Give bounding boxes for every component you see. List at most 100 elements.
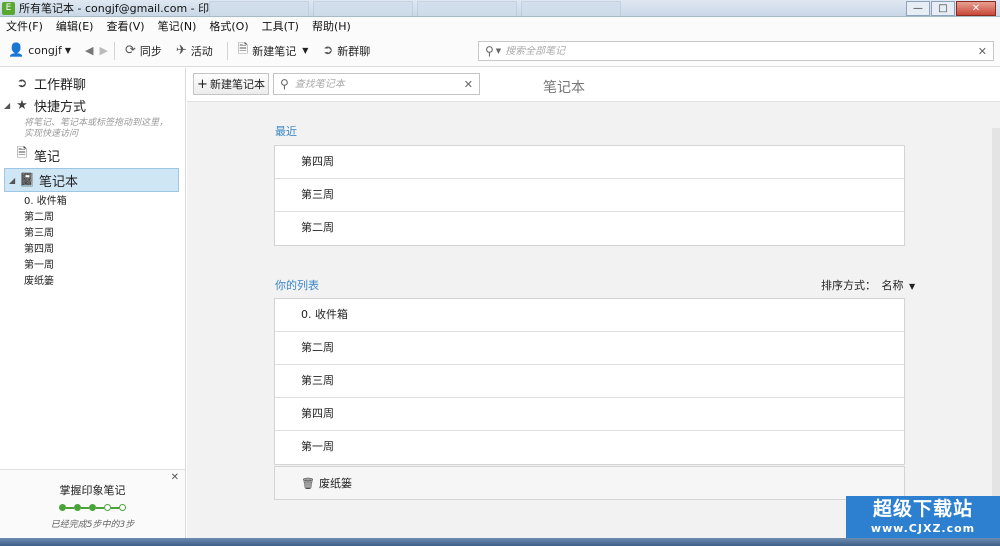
activity-icon: ✈ xyxy=(175,43,187,58)
onboarding-promo: ✕ 掌握印象笔记 已经完成5步中的3步 xyxy=(0,469,185,538)
menu-tools[interactable]: 工具(T) xyxy=(262,18,299,34)
trash-label: 废纸篓 xyxy=(318,477,352,490)
chat-icon: ➲ xyxy=(322,43,334,58)
new-notebook-button[interactable]: + 新建笔记本 xyxy=(193,73,269,95)
background-tab[interactable] xyxy=(417,0,517,16)
menu-help[interactable]: 帮助(H) xyxy=(312,18,351,34)
notebook-row[interactable]: 第二周 xyxy=(275,212,904,245)
close-icon[interactable]: ✕ xyxy=(171,472,179,483)
toolbar: 👤 congjf ▼ ◀ ▶ ⟳ 同步 ✈ 活动 🗎 新建笔记 ▼ ➲ 新群聊 … xyxy=(0,35,1000,67)
notebook-search-input[interactable] xyxy=(294,78,464,90)
your-notebook-list: 0. 收件箱 第二周 第三周 第四周 第一周 xyxy=(274,298,905,465)
global-search-box: ⚲ ▼ ✕ xyxy=(478,41,994,61)
promo-title: 掌握印象笔记 xyxy=(59,484,126,497)
sync-button[interactable]: ⟳ 同步 xyxy=(125,43,162,59)
step-line xyxy=(81,506,89,509)
close-button[interactable]: ✕ xyxy=(956,0,996,16)
back-arrow-icon[interactable]: ◀ xyxy=(85,44,93,57)
sidebar-item-notebooks[interactable]: ◢ 📓 笔记本 xyxy=(4,168,179,192)
your-list-section-title: 你的列表 xyxy=(275,279,319,292)
forward-arrow-icon[interactable]: ▶ xyxy=(99,44,107,57)
sidebar-notebook-item[interactable]: 废纸篓 xyxy=(0,274,185,290)
sidebar-item-label: 笔记 xyxy=(34,149,61,165)
background-tab[interactable] xyxy=(313,0,413,16)
sidebar-notebook-item[interactable]: 第三周 xyxy=(0,226,185,242)
new-chat-label: 新群聊 xyxy=(337,44,371,58)
activity-label: 活动 xyxy=(190,44,213,58)
notebook-icon: 📓 xyxy=(19,172,36,188)
menu-note[interactable]: 笔记(N) xyxy=(158,18,197,34)
sidebar-notebook-item[interactable]: 0. 收件箱 xyxy=(0,194,185,210)
menu-view[interactable]: 查看(V) xyxy=(106,18,144,34)
watermark-url: www.CJXZ.com xyxy=(870,522,976,535)
menu-edit[interactable]: 编辑(E) xyxy=(56,18,94,34)
maximize-button[interactable]: □ xyxy=(931,0,955,16)
plus-icon: + xyxy=(197,76,208,92)
global-search-input[interactable] xyxy=(505,45,978,57)
new-note-label: 新建笔记 xyxy=(252,44,297,58)
watermark-title: 超级下载站 xyxy=(872,498,973,520)
star-icon: ★ xyxy=(16,97,28,113)
expand-triangle-icon[interactable]: ◢ xyxy=(4,101,12,110)
menu-file[interactable]: 文件(F) xyxy=(6,18,43,34)
sidebar-item-label: 笔记本 xyxy=(39,174,79,190)
page-title: 笔记本 xyxy=(543,80,585,96)
toolbar-divider xyxy=(113,41,115,60)
new-notebook-label: 新建笔记本 xyxy=(209,78,265,91)
background-tab[interactable] xyxy=(521,0,621,16)
step-dot xyxy=(89,504,96,511)
menu-bar: 文件(F) 编辑(E) 查看(V) 笔记(N) 格式(O) 工具(T) 帮助(H… xyxy=(0,17,1000,35)
progress-steps xyxy=(0,504,185,511)
sidebar-item-notes[interactable]: 🗎 笔记 xyxy=(0,144,185,166)
user-icon: 👤 xyxy=(8,43,25,58)
minimize-button[interactable]: — xyxy=(906,0,930,16)
new-note-button[interactable]: 🗎 新建笔记 ▼ xyxy=(238,40,309,62)
clear-search-icon[interactable]: ✕ xyxy=(464,78,473,91)
background-tab[interactable] xyxy=(209,0,309,16)
sidebar-item-work-chat[interactable]: ➲ 工作群聊 xyxy=(0,72,185,94)
step-dot xyxy=(104,504,111,511)
chat-icon: ➲ xyxy=(16,75,28,91)
notebook-row[interactable]: 第三周 xyxy=(275,179,904,212)
notebook-row[interactable]: 第三周 xyxy=(275,365,904,398)
sidebar-notebook-item[interactable]: 第二周 xyxy=(0,210,185,226)
background-tabs xyxy=(209,0,905,16)
new-chat-button[interactable]: ➲ 新群聊 xyxy=(322,43,370,59)
shortcuts-hint: 将笔记、笔记本或标签拖动到这里，实现快速访问 xyxy=(24,118,169,139)
window-title: 所有笔记本 - congjf@gmail.com - 印象笔记 xyxy=(19,2,209,15)
activity-button[interactable]: ✈ 活动 xyxy=(176,43,213,59)
sidebar: ➲ 工作群聊 ◢ ★ 快捷方式 将笔记、笔记本或标签拖动到这里，实现快速访问 🗎… xyxy=(0,68,186,538)
notebooks-header: + 新建笔记本 ⚲ ✕ 笔记本 xyxy=(187,68,1000,102)
sort-value: 名称 xyxy=(881,279,904,292)
expand-triangle-icon[interactable]: ◢ xyxy=(9,176,17,185)
notebook-row[interactable]: 0. 收件箱 xyxy=(275,299,904,332)
sort-control[interactable]: 排序方式： 名称 ▼ xyxy=(821,277,915,293)
search-icon: ⚲ xyxy=(485,44,494,58)
sidebar-item-shortcuts[interactable]: ◢ ★ 快捷方式 xyxy=(0,94,185,116)
title-bar: E 所有笔记本 - congjf@gmail.com - 印象笔记 — □ ✕ xyxy=(0,0,1000,17)
sync-label: 同步 xyxy=(139,44,162,58)
new-note-icon: 🗎 xyxy=(237,41,249,57)
sidebar-notebook-item[interactable]: 第四周 xyxy=(0,242,185,258)
sync-icon: ⟳ xyxy=(124,43,136,58)
step-dot xyxy=(119,504,126,511)
caret-down-icon[interactable]: ▼ xyxy=(496,47,501,55)
scrollbar[interactable] xyxy=(992,128,1000,538)
notebook-row[interactable]: 第一周 xyxy=(275,431,904,464)
sidebar-notebook-item[interactable]: 第一周 xyxy=(0,258,185,274)
trash-row[interactable]: 🗑 废纸篓 xyxy=(274,466,905,500)
window-controls: — □ ✕ xyxy=(905,0,996,16)
notebook-row[interactable]: 第四周 xyxy=(275,146,904,179)
recent-notebook-list: 第四周 第三周 第二周 xyxy=(274,145,905,246)
search-icon: ⚲ xyxy=(280,77,289,91)
sort-label: 排序方式： xyxy=(821,279,876,292)
step-line xyxy=(111,506,119,509)
notebook-row[interactable]: 第四周 xyxy=(275,398,904,431)
menu-format[interactable]: 格式(O) xyxy=(209,18,248,34)
user-menu-button[interactable]: 👤 congjf ▼ xyxy=(8,43,71,58)
clear-search-icon[interactable]: ✕ xyxy=(978,45,987,58)
step-dot xyxy=(74,504,81,511)
step-line xyxy=(66,506,74,509)
caret-down-icon[interactable]: ▼ xyxy=(302,46,308,55)
notebook-row[interactable]: 第二周 xyxy=(275,332,904,365)
